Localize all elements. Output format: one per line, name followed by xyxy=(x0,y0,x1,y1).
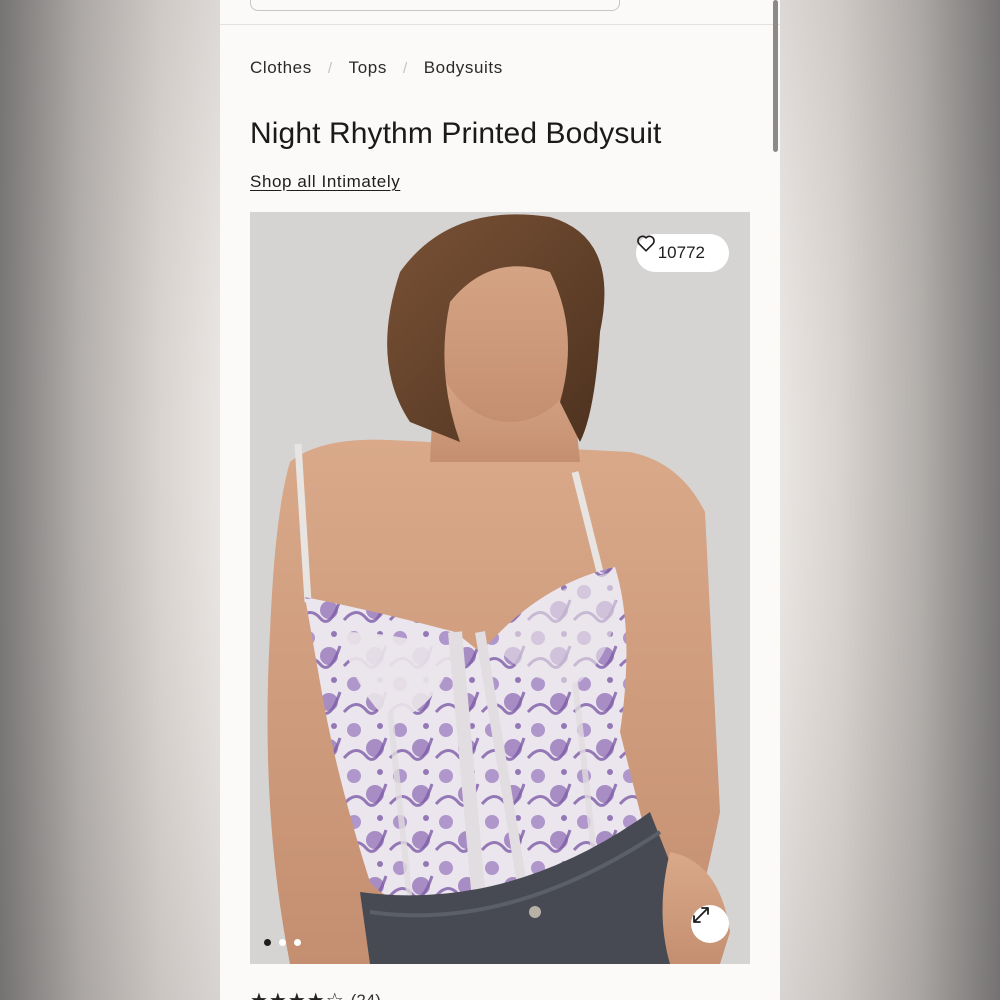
search-input[interactable] xyxy=(250,0,620,11)
carousel-dot-2[interactable] xyxy=(279,939,286,946)
breadcrumb-item-bodysuits[interactable]: Bodysuits xyxy=(424,58,503,78)
breadcrumb-item-clothes[interactable]: Clothes xyxy=(250,58,312,78)
header-divider xyxy=(220,24,780,25)
rating-summary[interactable]: ★★★★☆ (24) xyxy=(250,988,381,1000)
carousel-dot-1[interactable] xyxy=(264,939,271,946)
expand-image-button[interactable] xyxy=(691,905,729,943)
breadcrumb: Clothes / Tops / Bodysuits xyxy=(250,58,503,78)
product-photo-illustration xyxy=(250,212,750,964)
product-image[interactable]: 10772 xyxy=(250,212,750,964)
likes-count: 10772 xyxy=(657,243,705,262)
shop-brand-link[interactable]: Shop all Intimately xyxy=(250,172,400,192)
breadcrumb-item-tops[interactable]: Tops xyxy=(349,58,387,78)
star-rating-icon: ★★★★☆ xyxy=(250,988,345,1000)
review-count: (24) xyxy=(350,990,381,1000)
carousel-dot-3[interactable] xyxy=(294,939,301,946)
breadcrumb-separator: / xyxy=(402,59,408,77)
scrollbar[interactable] xyxy=(773,0,778,152)
like-button[interactable]: 10772 xyxy=(635,234,729,272)
breadcrumb-separator: / xyxy=(327,59,333,77)
product-title: Night Rhythm Printed Bodysuit xyxy=(250,117,662,150)
image-carousel-dots xyxy=(264,939,301,946)
phone-screen: Clothes / Tops / Bodysuits Night Rhythm … xyxy=(220,0,780,1000)
